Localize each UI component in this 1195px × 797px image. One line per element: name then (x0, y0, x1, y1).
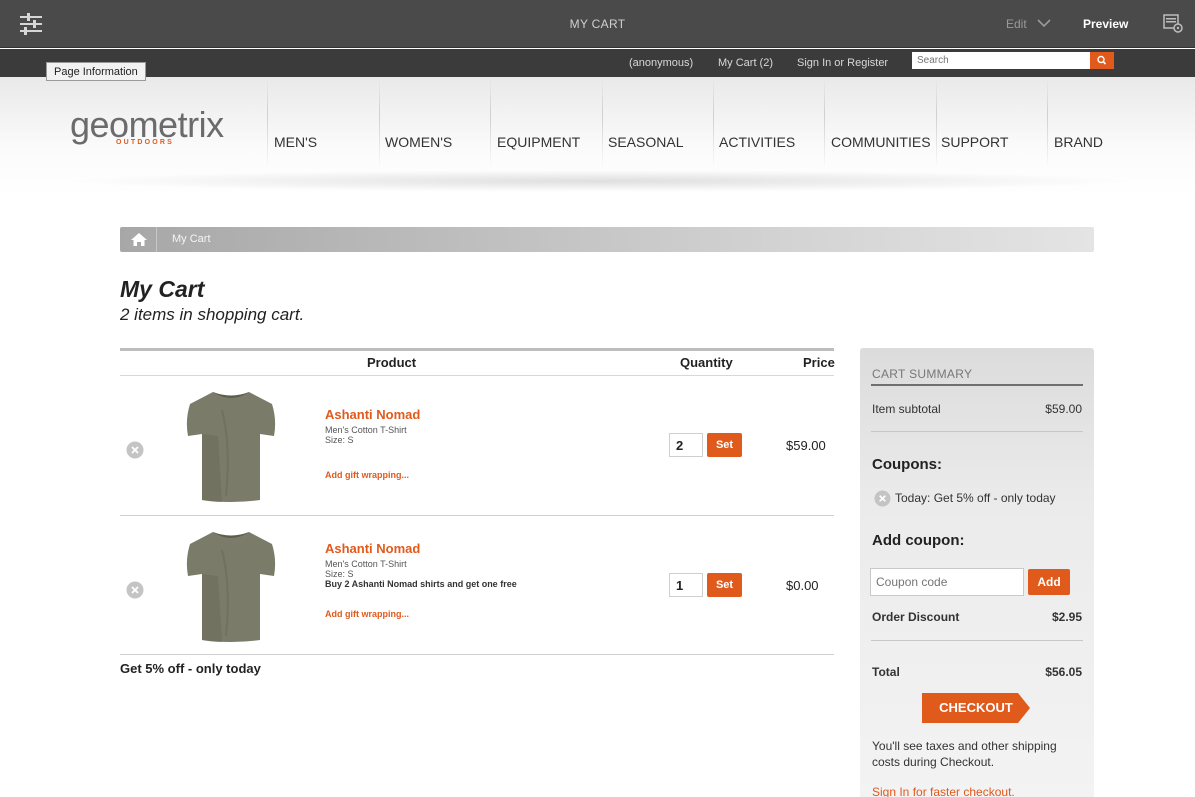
nav-divider (936, 77, 937, 169)
total-value: $56.05 (1045, 665, 1082, 679)
sidepanel-icon[interactable] (1162, 12, 1184, 34)
promotion-text: Get 5% off - only today (120, 661, 261, 676)
summary-divider (871, 431, 1083, 432)
search-icon (1097, 55, 1107, 65)
quantity-input[interactable] (669, 433, 703, 457)
table-row: Ashanti Nomad Men's Cotton T-Shirt Size:… (120, 516, 834, 656)
item-price: $0.00 (786, 578, 819, 593)
nav-shadow (60, 170, 1140, 192)
nav-item-communities[interactable]: COMMUNITIES (831, 134, 931, 150)
gift-wrap-link[interactable]: Add gift wrapping... (325, 609, 409, 619)
subtotal-value: $59.00 (1045, 402, 1082, 416)
product-deal: Buy 2 Ashanti Nomad shirts and get one f… (325, 579, 517, 589)
signin-register-link[interactable]: Sign In or Register (797, 57, 888, 69)
mycart-link[interactable]: My Cart (2) (718, 57, 773, 69)
summary-divider (871, 640, 1083, 641)
checkout-button[interactable]: CHECKOUT (922, 693, 1030, 723)
checkout-label: CHECKOUT (939, 700, 1013, 715)
product-type: Men's Cotton T-Shirt (325, 425, 407, 435)
header-quantity: Quantity (680, 355, 733, 370)
coupon-code-input[interactable] (870, 568, 1024, 596)
editor-toolbar: MY CART Edit Preview (0, 0, 1195, 48)
nav-divider (379, 77, 380, 169)
nav-divider (713, 77, 714, 169)
nav-divider (490, 77, 491, 169)
set-quantity-button[interactable]: Set (707, 573, 742, 597)
applied-coupon: Today: Get 5% off - only today (895, 491, 1056, 505)
product-size: Size: S (325, 435, 354, 445)
tshirt-image[interactable] (182, 386, 280, 504)
product-size: Size: S (325, 569, 354, 579)
checkout-note: You'll see taxes and other shipping cost… (872, 739, 1057, 769)
tshirt-image[interactable] (182, 526, 280, 644)
summary-title: CART SUMMARY (872, 367, 973, 381)
product-name[interactable]: Ashanti Nomad (325, 407, 420, 422)
total-label: Total (872, 665, 900, 679)
item-price: $59.00 (786, 438, 826, 453)
header-product: Product (367, 355, 417, 370)
add-coupon-heading: Add coupon: (872, 532, 965, 549)
subtotal-label: Item subtotal (872, 402, 941, 416)
user-status: (anonymous) (629, 57, 694, 69)
product-type: Men's Cotton T-Shirt (325, 559, 407, 569)
set-quantity-button[interactable]: Set (707, 433, 742, 457)
nav-divider (267, 77, 268, 169)
discount-label: Order Discount (872, 610, 960, 624)
page-title: My Cart (120, 276, 205, 302)
search-button[interactable] (1090, 52, 1114, 69)
coupons-heading: Coupons: (872, 456, 942, 473)
gift-wrap-link[interactable]: Add gift wrapping... (325, 470, 409, 480)
summary-title-rule (871, 384, 1083, 386)
edit-mode-button[interactable]: Edit (1006, 17, 1027, 31)
remove-icon[interactable] (874, 490, 891, 507)
brand-logo-subtitle: OUTDOORS (116, 139, 175, 146)
nav-item-mens[interactable]: MEN'S (274, 134, 317, 150)
nav-item-equipment[interactable]: EQUIPMENT (497, 134, 580, 150)
add-coupon-button[interactable]: Add (1028, 569, 1070, 595)
table-top-rule (120, 348, 834, 351)
cart-summary-panel: CART SUMMARY Item subtotal $59.00 Coupon… (860, 348, 1094, 797)
home-icon[interactable] (130, 232, 148, 247)
discount-value: $2.95 (1051, 610, 1082, 624)
remove-icon[interactable] (126, 441, 144, 459)
nav-item-support[interactable]: SUPPORT (941, 134, 1008, 150)
breadcrumb-current: My Cart (172, 233, 211, 245)
nav-item-activities[interactable]: ACTIVITIES (719, 134, 795, 150)
quantity-input[interactable] (669, 573, 703, 597)
remove-icon[interactable] (126, 581, 144, 599)
nav-divider (824, 77, 825, 169)
nav-item-womens[interactable]: WOMEN'S (385, 134, 452, 150)
preview-button[interactable]: Preview (1083, 17, 1128, 31)
search-input[interactable] (912, 52, 1090, 69)
nav-item-seasonal[interactable]: SEASONAL (608, 134, 683, 150)
breadcrumb: My Cart (120, 227, 1094, 252)
breadcrumb-separator (156, 227, 157, 252)
nav-divider (602, 77, 603, 169)
header-price: Price (803, 355, 835, 370)
nav-item-brand[interactable]: BRAND (1054, 134, 1103, 150)
signin-checkout-link[interactable]: Sign In for faster checkout. (872, 785, 1015, 797)
chevron-down-icon[interactable] (1037, 18, 1051, 28)
page-information-tooltip[interactable]: Page Information (46, 62, 146, 81)
table-row: Ashanti Nomad Men's Cotton T-Shirt Size:… (120, 376, 834, 516)
page-subtitle: 2 items in shopping cart. (120, 305, 305, 324)
product-name[interactable]: Ashanti Nomad (325, 541, 420, 556)
nav-divider (1047, 77, 1048, 169)
row-divider (120, 654, 834, 655)
